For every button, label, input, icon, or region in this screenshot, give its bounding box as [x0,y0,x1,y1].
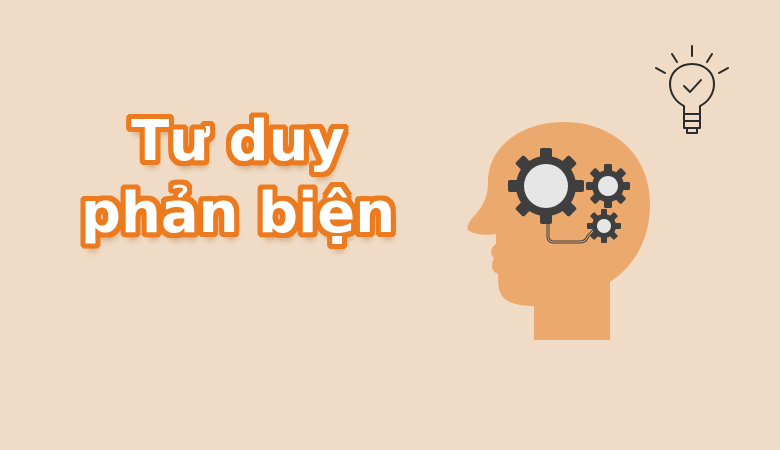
banner-title: Tư duy phản biện [68,106,408,250]
medium-gear [586,164,630,208]
banner: Tư duy phản biện [0,0,780,450]
large-gear [508,148,584,224]
head-with-gears-icon [467,122,650,340]
title-line-2: phản biện [80,181,396,246]
title-line-1: Tư duy [130,109,346,174]
head-silhouette [467,122,650,340]
small-gear [587,209,621,243]
lightbulb-check-icon [655,45,729,134]
